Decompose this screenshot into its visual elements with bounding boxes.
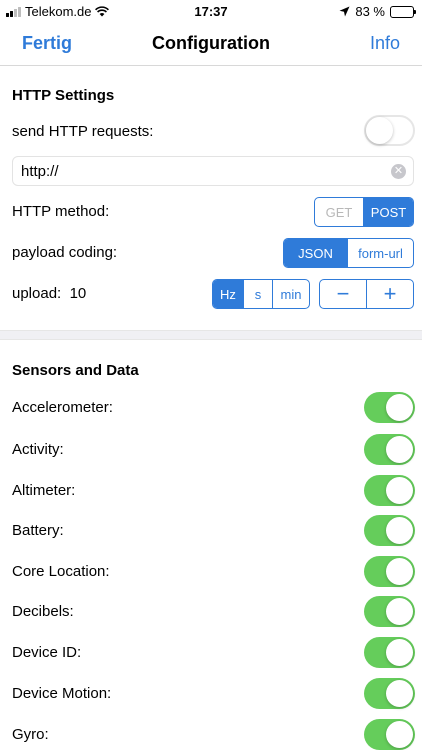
upload-label: upload: (12, 285, 62, 302)
switch-activity[interactable] (364, 434, 415, 465)
info-button[interactable]: Info (370, 33, 400, 54)
navigation-bar: Fertig Configuration Info (0, 22, 422, 66)
decrement-button[interactable]: − (320, 280, 367, 308)
method-get[interactable]: GET (315, 198, 364, 226)
switch-decibels[interactable] (364, 596, 415, 627)
send-http-switch[interactable] (364, 115, 415, 146)
sensor-label-device-motion: Device Motion: (12, 685, 112, 702)
status-right: 83 % (339, 4, 416, 19)
url-input[interactable]: http:// ✕ (12, 156, 414, 186)
upload-value: 10 (69, 285, 87, 302)
switch-accelerometer[interactable] (364, 392, 415, 423)
upload-stepper[interactable]: − + (319, 279, 414, 309)
clear-icon[interactable]: ✕ (391, 164, 406, 179)
upload-unit-segment[interactable]: Hz s min (212, 279, 310, 309)
sensor-label-activity: Activity: (12, 441, 64, 458)
switch-device-motion[interactable] (364, 678, 415, 709)
unit-hz[interactable]: Hz (213, 280, 244, 308)
page-title: Configuration (152, 33, 270, 53)
http-section-title: HTTP Settings (12, 87, 115, 104)
sensors-section-title: Sensors and Data (12, 362, 139, 379)
sensor-label-accelerometer: Accelerometer: (12, 399, 113, 416)
sensor-label-decibels: Decibels: (12, 603, 74, 620)
http-method-label: HTTP method: (12, 203, 110, 220)
sensor-label-core-location: Core Location: (12, 563, 110, 580)
switch-battery[interactable] (364, 515, 415, 546)
switch-core-location[interactable] (364, 556, 415, 587)
location-arrow-icon (339, 6, 350, 17)
battery-percent: 83 % (355, 4, 385, 19)
payload-coding-label: payload coding: (12, 244, 118, 261)
status-bar: Telekom.de 17:37 83 % (0, 0, 422, 22)
increment-button[interactable]: + (367, 280, 413, 308)
sensor-label-altimeter: Altimeter: (12, 482, 76, 499)
sensor-label-gyro: Gyro: (12, 726, 49, 743)
http-method-segment[interactable]: GET POST (314, 197, 414, 227)
unit-min[interactable]: min (273, 280, 309, 308)
url-value: http:// (21, 163, 59, 180)
payload-json[interactable]: JSON (284, 239, 348, 267)
switch-altimeter[interactable] (364, 475, 415, 506)
battery-icon (390, 5, 416, 18)
method-post[interactable]: POST (364, 198, 413, 226)
sensor-label-device-id: Device ID: (12, 644, 82, 661)
section-divider (0, 330, 422, 340)
send-http-label: send HTTP requests: (12, 123, 154, 140)
switch-device-id[interactable] (364, 637, 415, 668)
unit-s[interactable]: s (244, 280, 273, 308)
upload-label-row: upload: 10 (12, 285, 86, 302)
sensor-label-battery: Battery: (12, 522, 64, 539)
payload-form-url[interactable]: form-url (348, 239, 413, 267)
payload-coding-segment[interactable]: JSON form-url (283, 238, 414, 268)
switch-gyro[interactable] (364, 719, 415, 750)
